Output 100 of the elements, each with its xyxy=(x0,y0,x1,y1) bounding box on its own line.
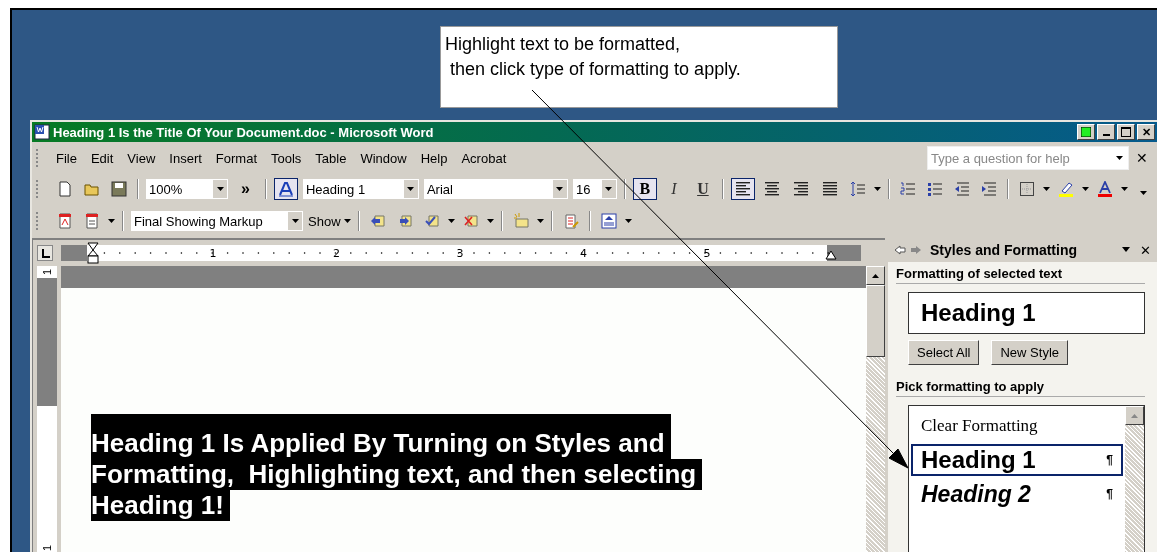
styles-button[interactable] xyxy=(273,178,298,200)
show-menu-button[interactable]: Show xyxy=(308,213,351,229)
minimize-icon xyxy=(1102,134,1110,136)
scrollbar-thumb[interactable] xyxy=(866,285,885,357)
caret-icon xyxy=(605,187,613,191)
increase-indent-icon[interactable] xyxy=(980,181,997,197)
up-arrow-icon xyxy=(1131,413,1138,418)
menu-item[interactable]: Edit xyxy=(83,150,121,166)
section-label: Pick formatting to apply xyxy=(896,375,1145,397)
highlighter-icon[interactable] xyxy=(1057,181,1074,197)
selected-heading-text: Heading 1! xyxy=(91,490,230,521)
back-arrow-icon[interactable] xyxy=(894,245,906,255)
reviewing-pane-icon[interactable] xyxy=(600,213,617,229)
ruler-number: 4 xyxy=(580,247,587,260)
reject-change-icon[interactable] xyxy=(462,213,479,229)
caret-icon[interactable] xyxy=(447,219,455,223)
caret-icon[interactable] xyxy=(536,219,544,223)
caret-icon xyxy=(343,219,351,223)
style-list-item[interactable]: Heading 2 ¶ xyxy=(911,478,1123,510)
accept-change-icon[interactable] xyxy=(423,213,440,229)
up-arrow-icon xyxy=(872,273,879,278)
callout-text: then click type of formatting to apply. xyxy=(449,58,741,81)
section-label: Formatting of selected text xyxy=(896,262,1145,284)
markup-view-dropdown[interactable]: Final Showing Markup xyxy=(131,211,303,231)
close-button[interactable]: ✕ xyxy=(1140,242,1151,258)
ruler-number: 3 xyxy=(456,247,464,260)
line-spacing-icon[interactable] xyxy=(849,181,866,197)
caret-icon[interactable] xyxy=(1081,187,1089,191)
menu-item[interactable]: File xyxy=(49,150,84,166)
selected-heading-text: Formatting, Highlighting text, and then selecting xyxy=(91,459,703,490)
caret-icon xyxy=(291,219,299,223)
pane-button[interactable]: New Style xyxy=(991,340,1068,365)
pane-title: Styles and Formatting xyxy=(930,242,1078,258)
caret-icon[interactable] xyxy=(486,219,494,223)
caret-icon[interactable] xyxy=(1122,247,1130,253)
scroll-up-button[interactable] xyxy=(1125,406,1144,425)
toolbar-options-icon[interactable] xyxy=(1140,191,1147,195)
align-right-icon xyxy=(792,181,809,197)
pdf-icon[interactable] xyxy=(84,213,100,229)
close-button[interactable]: ✕ xyxy=(1133,150,1151,166)
restore-button[interactable] xyxy=(1077,124,1095,140)
menu-item[interactable]: View xyxy=(120,150,163,166)
zoom-dropdown[interactable]: 100% xyxy=(146,179,228,199)
ruler-number: 5 xyxy=(703,247,711,260)
menu-item[interactable]: Help xyxy=(413,150,455,166)
folder-icon[interactable] xyxy=(84,181,100,197)
align-left-icon xyxy=(734,181,751,197)
maximize-button[interactable] xyxy=(1117,124,1135,140)
border-icon[interactable] xyxy=(1018,181,1035,197)
right-indent-icon[interactable] xyxy=(825,250,837,260)
caret-icon[interactable] xyxy=(1042,187,1050,191)
menu-item[interactable]: Format xyxy=(208,150,264,166)
ruler-number: 2 xyxy=(333,247,340,260)
tab-selector[interactable] xyxy=(37,245,53,261)
font-dropdown[interactable]: Arial xyxy=(423,179,568,199)
text-style-button[interactable]: B xyxy=(632,178,657,200)
track-changes-icon[interactable] xyxy=(562,213,579,229)
more-buttons[interactable]: » xyxy=(241,180,250,198)
scroll-up-button[interactable] xyxy=(866,266,885,285)
caret-icon xyxy=(407,187,415,191)
text-style-button[interactable]: I xyxy=(661,178,686,200)
menu-item[interactable]: Insert xyxy=(162,150,209,166)
new-document-icon[interactable] xyxy=(57,181,73,197)
caret-icon[interactable] xyxy=(873,187,881,191)
style-list-item[interactable]: Heading 1 ¶ xyxy=(911,444,1123,476)
document-icon xyxy=(34,124,50,140)
pdf-icon[interactable] xyxy=(57,213,73,229)
menu-item[interactable]: Table xyxy=(308,150,354,166)
close-button[interactable]: ✕ xyxy=(1137,124,1155,140)
ruler-number: 1 xyxy=(41,544,53,552)
callout-text: Highlight text to be formatted, xyxy=(445,33,681,56)
window-title: Heading 1 Is the Title Of Your Document.doc - Microsoft Word xyxy=(53,124,434,140)
numbered-list-icon[interactable] xyxy=(899,181,916,197)
align-center-icon xyxy=(763,181,780,197)
decrease-indent-icon[interactable] xyxy=(953,181,970,197)
help-search-field[interactable]: Type a question for help xyxy=(927,146,1129,170)
font-size-dropdown[interactable]: 16 xyxy=(572,179,617,199)
menu-item[interactable]: Tools xyxy=(264,150,309,166)
indent-marker[interactable] xyxy=(87,242,99,264)
caret-icon[interactable] xyxy=(108,219,115,223)
menu-item[interactable]: Window xyxy=(353,150,414,166)
caret-icon xyxy=(1116,156,1123,160)
ruler-number: 1 xyxy=(209,247,217,260)
font-color-icon[interactable] xyxy=(1096,181,1113,197)
align-justify-icon xyxy=(821,181,838,197)
left-tab-icon xyxy=(40,248,50,258)
previous-change-icon[interactable] xyxy=(369,213,386,229)
caret-icon[interactable] xyxy=(1120,187,1128,191)
text-style-button[interactable]: U xyxy=(690,178,715,200)
style-list-item[interactable]: Clear Formatting xyxy=(911,410,1123,442)
ruler-number: 1 xyxy=(41,268,53,276)
minimize-button[interactable] xyxy=(1097,124,1115,140)
style-dropdown[interactable]: Heading 1 xyxy=(302,179,419,199)
current-style-field: Heading 1 xyxy=(908,292,1145,334)
menu-item[interactable]: Acrobat xyxy=(454,150,514,166)
caret-icon[interactable] xyxy=(624,219,632,223)
save-icon[interactable] xyxy=(111,181,127,197)
alignment-button[interactable] xyxy=(730,178,755,200)
pane-button[interactable]: Select All xyxy=(908,340,980,365)
bulleted-list-icon[interactable] xyxy=(926,181,943,197)
